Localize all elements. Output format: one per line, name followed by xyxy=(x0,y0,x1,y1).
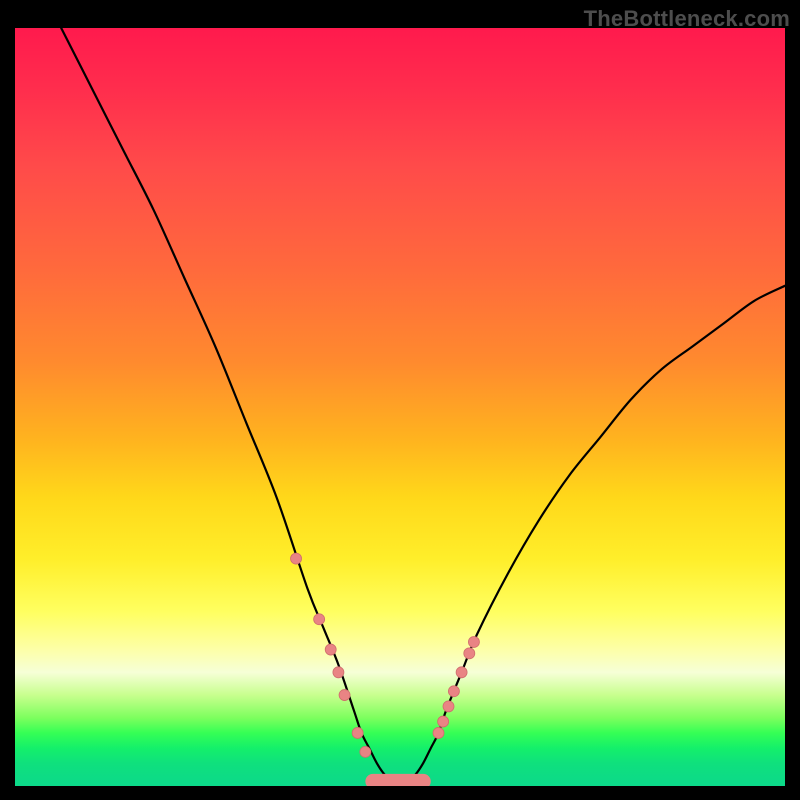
highlight-dot xyxy=(448,686,459,697)
highlight-dot xyxy=(360,746,371,757)
highlight-dot xyxy=(438,716,449,727)
highlight-dot xyxy=(339,690,350,701)
highlight-dot xyxy=(433,727,444,738)
chart-frame: TheBottleneck.com xyxy=(0,0,800,800)
curve-min-band xyxy=(365,774,430,786)
bottleneck-curve xyxy=(61,28,785,784)
highlight-dots-group xyxy=(291,553,480,757)
highlight-dot xyxy=(314,614,325,625)
chart-overlay-svg xyxy=(15,28,785,786)
highlight-dot xyxy=(443,701,454,712)
highlight-dot xyxy=(464,648,475,659)
plot-area xyxy=(15,28,785,786)
highlight-dot xyxy=(468,636,479,647)
highlight-dot xyxy=(291,553,302,564)
highlight-dot xyxy=(352,727,363,738)
watermark-text: TheBottleneck.com xyxy=(584,6,790,32)
highlight-dot xyxy=(456,667,467,678)
highlight-dot xyxy=(333,667,344,678)
highlight-dot xyxy=(325,644,336,655)
curve-min-band xyxy=(365,774,430,786)
